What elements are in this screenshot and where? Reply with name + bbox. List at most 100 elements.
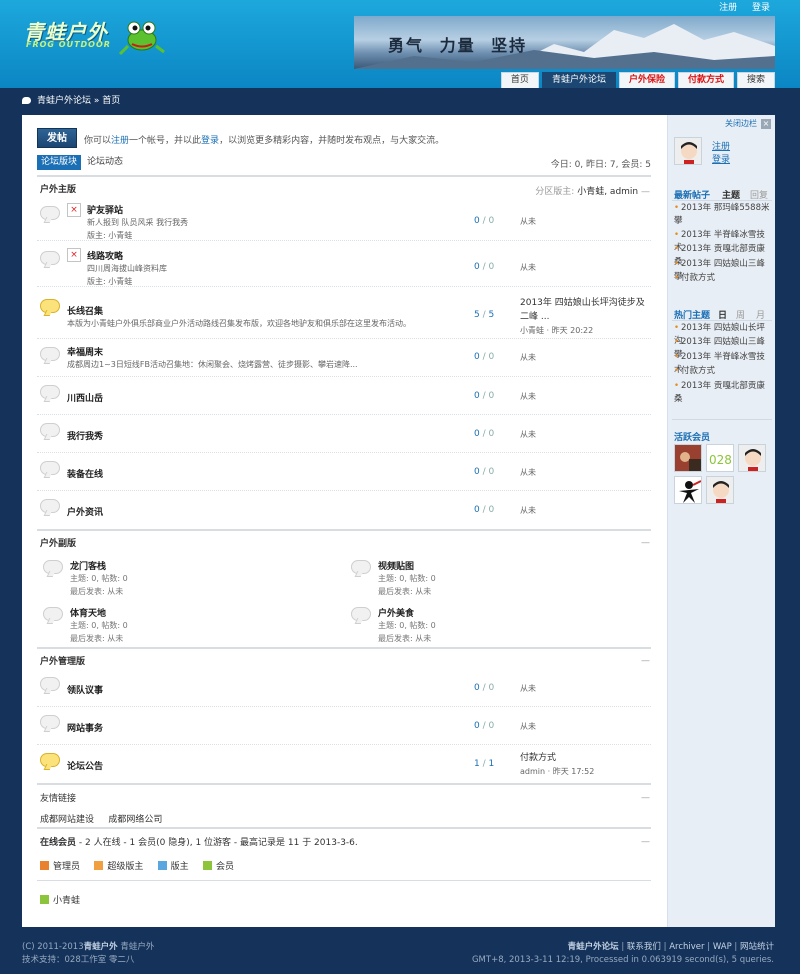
- forum-row[interactable]: × 线路攻略 四川周海拔山峰资料库 版主: 小青蛙 0 / 0 从未: [37, 241, 651, 287]
- forum-row[interactable]: 我行我秀 0 / 0 从未: [37, 415, 651, 453]
- broken-image-icon: ×: [67, 203, 81, 217]
- close-sidebar-button[interactable]: 关闭边栏 ×: [725, 118, 771, 129]
- forum-row[interactable]: 户外资讯 0 / 0 从未: [37, 491, 651, 529]
- banner-image: 勇气 力量 坚持: [354, 16, 775, 69]
- subforum-card[interactable]: 户外美食 主题: 0, 帖数: 0 最后发表: 从未: [348, 604, 648, 652]
- footer-link[interactable]: Archiver: [669, 942, 704, 952]
- tab-forum-activity[interactable]: 论坛动态: [83, 155, 127, 170]
- forum-name[interactable]: 领队议事: [67, 683, 103, 696]
- avatar[interactable]: 028: [706, 444, 734, 472]
- nav-tab-home[interactable]: 首页: [500, 72, 539, 88]
- forum-desc: 新人报到 队员风采 我行我秀: [87, 218, 189, 227]
- friend-links-title: 友情链接: [40, 794, 77, 804]
- avatar[interactable]: [738, 444, 766, 472]
- side-hot-item[interactable]: • 付款方式: [674, 365, 772, 378]
- forum-last-post: 从未: [520, 430, 536, 439]
- friend-link[interactable]: 成都网络公司: [108, 815, 162, 825]
- forum-name[interactable]: 幸福周末: [67, 345, 103, 358]
- tab-forum-sections[interactable]: 论坛版块: [37, 155, 82, 170]
- forum-row[interactable]: 网站事务 0 / 0 从未: [37, 707, 651, 745]
- forum-row[interactable]: 论坛公告 1 / 1 付款方式 admin · 昨天 17:52: [37, 745, 651, 783]
- user-avatar-icon: [707, 477, 733, 503]
- avatar[interactable]: [674, 476, 702, 504]
- forum-counts: 0 / 0: [474, 391, 495, 401]
- section-collapse[interactable]: —: [641, 656, 650, 666]
- forum-row[interactable]: 长线召集 本版为小青蛙户外俱乐部商业户外活动路线召集发布版，欢迎各地驴友和俱乐部…: [37, 287, 651, 339]
- divider: [672, 419, 772, 420]
- home-icon[interactable]: [22, 97, 31, 104]
- forum-name[interactable]: 视频贴图: [378, 559, 414, 572]
- admin-icon: [40, 861, 49, 870]
- divider: [37, 647, 651, 649]
- side-newest-item[interactable]: • 2013年 那玛峰5588米攀: [674, 202, 772, 228]
- avatar[interactable]: [674, 444, 702, 472]
- welcome-register-link[interactable]: 注册: [111, 136, 129, 146]
- footer-link[interactable]: 青蛙户外论坛: [568, 942, 619, 952]
- forum-read-icon: [40, 423, 60, 437]
- new-post-button[interactable]: 发帖: [37, 128, 77, 148]
- forum-read-icon: [40, 715, 60, 729]
- subforum-card[interactable]: 龙门客栈 主题: 0, 帖数: 0 最后发表: 从未: [40, 557, 340, 605]
- forum-name[interactable]: 龙门客栈: [70, 559, 106, 572]
- forum-stats: 今日: 0, 昨日: 7, 会员: 5: [550, 160, 651, 170]
- forum-moderator[interactable]: 版主: 小青蛙: [87, 230, 132, 241]
- member-logo-text: 028: [709, 453, 732, 467]
- section-moderators: 分区版主: 小青蛙, admin —: [535, 187, 650, 197]
- forum-name[interactable]: 线路攻略: [87, 249, 123, 262]
- forum-read-icon: [40, 251, 60, 265]
- top-login-link[interactable]: 登录: [752, 3, 770, 13]
- side-register-link[interactable]: 注册: [712, 139, 730, 152]
- forum-counts: 0 / 0: [474, 467, 495, 477]
- top-links: 注册 登录: [707, 0, 770, 13]
- forum-name[interactable]: 装备在线: [67, 467, 103, 480]
- section-collapse[interactable]: —: [641, 837, 650, 847]
- breadcrumb-text[interactable]: 青蛙户外论坛 » 首页: [37, 96, 120, 106]
- forum-row[interactable]: 领队议事 0 / 0 从未: [37, 669, 651, 707]
- forum-name[interactable]: 驴友驿站: [87, 203, 123, 216]
- forum-counts: 0 / 0: [474, 721, 495, 731]
- section-collapse[interactable]: —: [641, 538, 650, 548]
- subforum-card[interactable]: 视频贴图 主题: 0, 帖数: 0 最后发表: 从未: [348, 557, 648, 605]
- forum-row[interactable]: 幸福周末 成都周边1~3日短线FB活动召集地：休闲聚会、烧烤露营、徒步摄影、攀岩…: [37, 339, 651, 377]
- footer-link[interactable]: 联系我们: [627, 942, 661, 952]
- forum-last-post[interactable]: 付款方式 admin · 昨天 17:52: [520, 751, 648, 778]
- avatar[interactable]: [706, 476, 734, 504]
- site-logo[interactable]: 青蛙户外 FROG OUTDOOR: [22, 16, 170, 64]
- forum-moderator[interactable]: 版主: 小青蛙: [87, 276, 132, 287]
- footer-link[interactable]: 网站统计: [740, 942, 774, 952]
- forum-name[interactable]: 长线召集: [67, 304, 103, 317]
- forum-last-post: 最后发表: 从未: [70, 587, 124, 596]
- forum-last-post[interactable]: 2013年 四姑娘山长坪沟徒步及二峰 ... 小青蛙 · 昨天 20:22: [520, 296, 648, 337]
- forum-name[interactable]: 网站事务: [67, 721, 103, 734]
- forum-read-icon: [40, 347, 60, 361]
- forum-name[interactable]: 论坛公告: [67, 759, 103, 772]
- forum-name[interactable]: 户外资讯: [67, 505, 103, 518]
- friend-link[interactable]: 成都网站建设: [40, 815, 94, 825]
- divider: [37, 529, 651, 531]
- forum-row[interactable]: 川西山岳 0 / 0 从未: [37, 377, 651, 415]
- forum-name[interactable]: 川西山岳: [67, 391, 103, 404]
- nav-tab-forum[interactable]: 青蛙户外论坛: [541, 72, 616, 88]
- forum-name[interactable]: 我行我秀: [67, 429, 103, 442]
- sidebar: 关闭边栏 × 注册 登录 最新帖子 主题 回复 • 2013年 那玛峰5588米攀 …: [667, 115, 775, 927]
- welcome-login-link[interactable]: 登录: [201, 136, 219, 146]
- subforum-card[interactable]: 体育天地 主题: 0, 帖数: 0 最后发表: 从未: [40, 604, 340, 652]
- side-newest-item[interactable]: • 付款方式: [674, 272, 772, 285]
- forum-name[interactable]: 体育天地: [70, 606, 106, 619]
- nav-tab-insurance[interactable]: 户外保险: [618, 72, 675, 88]
- footer-link[interactable]: WAP: [713, 942, 732, 952]
- forum-row[interactable]: 装备在线 0 / 0 从未: [37, 453, 651, 491]
- top-register-link[interactable]: 注册: [719, 3, 737, 13]
- side-hot-item[interactable]: • 2013年 贡嘎北部贡康桑: [674, 380, 772, 406]
- section-collapse[interactable]: —: [641, 793, 650, 803]
- forum-last-post: 从未: [520, 263, 536, 272]
- forum-counts: 0 / 0: [474, 216, 495, 226]
- side-login-link[interactable]: 登录: [712, 152, 730, 165]
- nav-tab-search[interactable]: 搜索: [736, 72, 775, 88]
- member-icon: [202, 861, 212, 870]
- nav-tab-payment[interactable]: 付款方式: [677, 72, 734, 88]
- online-user[interactable]: 小青蛙: [40, 893, 80, 906]
- forum-name[interactable]: 户外美食: [378, 606, 414, 619]
- avatar[interactable]: [674, 137, 702, 165]
- forum-row[interactable]: × 驴友驿站 新人报到 队员风采 我行我秀 版主: 小青蛙 0 / 0 从未: [37, 197, 651, 241]
